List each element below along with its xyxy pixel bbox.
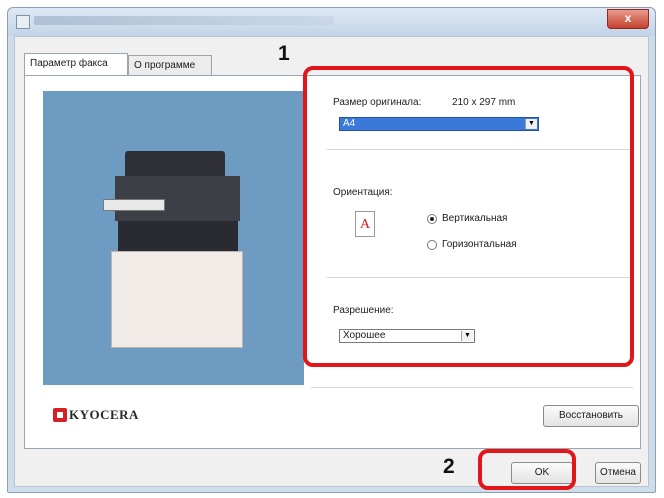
- kyocera-logo-icon: [53, 408, 67, 422]
- printer-image: [103, 151, 253, 351]
- window-title-blurred: [34, 16, 334, 25]
- tab-about[interactable]: О программе: [128, 55, 212, 75]
- close-button[interactable]: x: [607, 9, 649, 29]
- divider: [311, 387, 633, 388]
- restore-button[interactable]: Восстановить: [543, 405, 639, 427]
- highlight-settings-box: [303, 66, 634, 367]
- callout-2: 2: [443, 455, 455, 478]
- callout-1: 1: [278, 42, 290, 65]
- title-bar[interactable]: x: [8, 8, 655, 36]
- kyocera-logo-text: KYOCERA: [69, 407, 139, 422]
- printer-preview: [43, 91, 304, 385]
- app-icon: [16, 15, 30, 29]
- highlight-ok-box: [478, 449, 576, 490]
- cancel-button[interactable]: Отмена: [595, 462, 641, 484]
- kyocera-logo: KYOCERA: [53, 407, 139, 423]
- tab-fax-settings[interactable]: Параметр факса: [24, 53, 128, 75]
